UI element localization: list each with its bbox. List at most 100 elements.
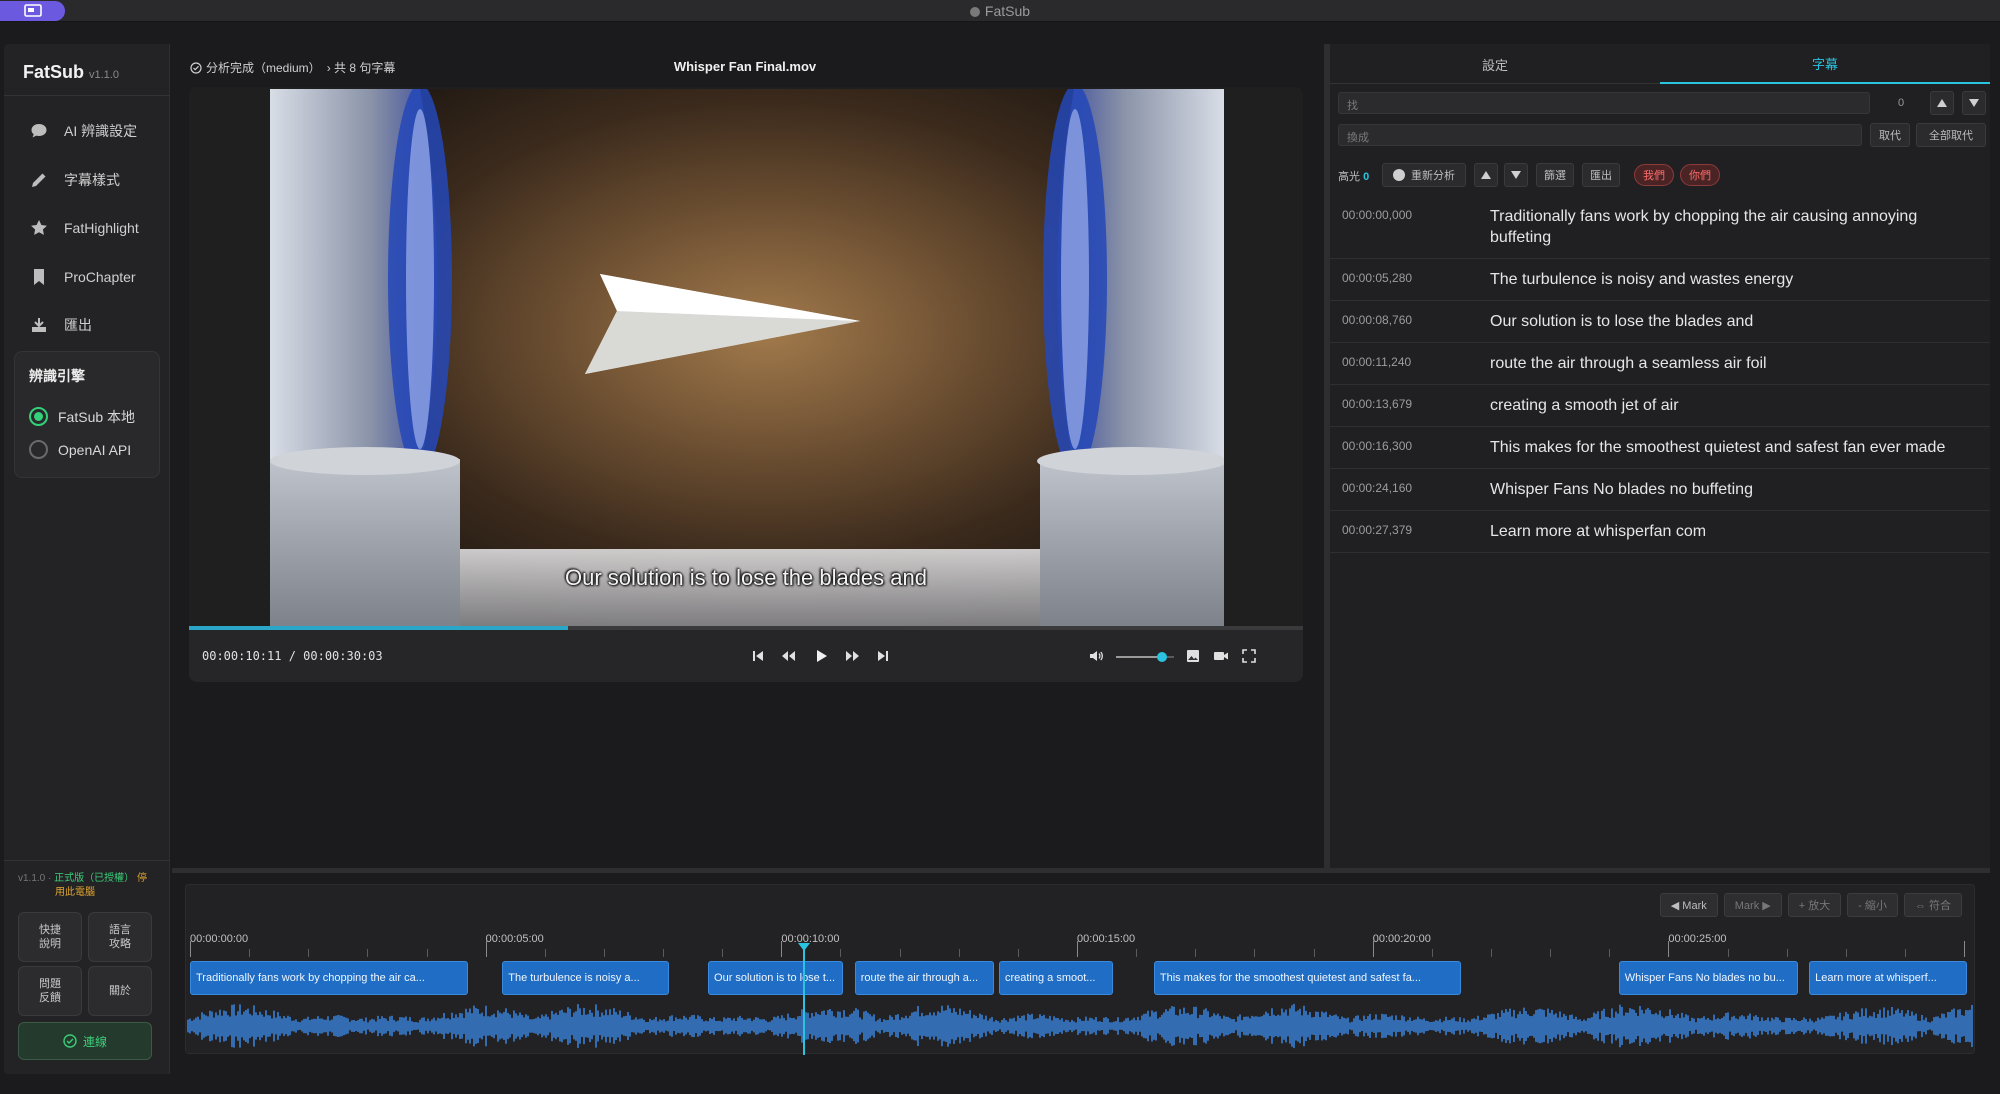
find-prev-button[interactable] [1930,91,1954,115]
mark-next-button[interactable]: Mark ▶ [1723,893,1782,917]
deactivate-link[interactable]: 停 [137,873,147,884]
zoom-out-button[interactable]: - 縮小 [1847,893,1898,917]
shortcuts-help-button[interactable]: 快捷 說明 [18,912,82,962]
volume-slider[interactable] [1116,652,1174,662]
radio-unselected-icon[interactable] [29,440,48,459]
volume-button[interactable] [1085,645,1107,667]
fast-forward-button[interactable] [842,645,864,667]
subtitle-row[interactable]: 00:00:13,679 creating a smooth jet of air [1330,385,1990,427]
refresh-icon [1393,169,1405,181]
analysis-status: 分析完成（medium） › 共 8 句字幕 [190,59,395,76]
panel-tabs: 設定 字幕 [1330,44,1990,84]
record-button[interactable] [1210,645,1232,667]
replace-button[interactable]: 取代 [1870,123,1910,147]
triangle-up-icon [1937,99,1947,107]
subtitle-row[interactable]: 00:00:27,379 Learn more at whisperfan com [1330,511,1990,553]
audio-waveform[interactable] [186,999,1976,1053]
subtitle-row[interactable]: 00:00:24,160 Whisper Fans No blades no bu… [1330,469,1990,511]
language-guide-button[interactable]: 語言 攻略 [88,912,152,962]
ruler-tick [603,949,605,957]
subtitle-text[interactable]: creating a smooth jet of air [1490,395,1978,416]
sidebar-item-subtitle-style[interactable]: 字幕樣式 [4,156,170,205]
reanalyze-button[interactable]: 重新分析 [1382,163,1466,187]
timeline-ruler[interactable]: 00:00:00:00 00:00:05:00 00:00:10:00 00:0… [186,927,1976,957]
volume-knob[interactable] [1157,652,1168,662]
deactivate-link-cont[interactable]: 用此電腦 [55,887,95,898]
subtitle-row[interactable]: 00:00:16,300 This makes for the smoothest… [1330,427,1990,469]
ruler-tick [1550,949,1552,957]
subtitle-clip[interactable]: route the air through a... [854,961,995,995]
button-label: 重新分析 [1411,170,1455,182]
ruler-tick [1017,949,1019,957]
subtitle-clip[interactable]: The turbulence is noisy a... [502,961,669,995]
tab-settings[interactable]: 設定 [1330,44,1660,84]
subtitle-text[interactable]: route the air through a seamless air foi… [1490,353,1978,374]
title-bar: FatSub [0,0,2000,22]
find-next-button[interactable] [1962,91,1986,115]
skip-start-button[interactable] [747,645,769,667]
subtitle-row[interactable]: 00:00:00,000 Traditionally fans work by c… [1330,196,1990,259]
subtitle-clip[interactable]: creating a smoot... [998,961,1113,995]
subtitle-time: 00:00:11,240 [1342,355,1412,369]
tick-label: 00:00:25:00 [1668,933,1727,945]
match-count: 0 [1898,97,1905,109]
ruler-tick [840,949,842,957]
about-button[interactable]: 關於 [88,966,152,1016]
filter-button[interactable]: 篩選 [1536,163,1574,187]
subtitle-clip[interactable]: Learn more at whisperf... [1809,961,1968,995]
rewind-button[interactable] [777,645,799,667]
sidebar-item-prochapter[interactable]: ProChapter [4,253,170,302]
tick-label: 00:00:05:00 [485,933,544,945]
playhead[interactable] [798,943,811,1055]
timeline-resize-handle[interactable] [172,868,1990,873]
replace-input[interactable]: 換成 [1338,124,1862,146]
subtitle-clip[interactable]: This makes for the smoothest quietest an… [1153,961,1462,995]
subtitle-text[interactable]: Whisper Fans No blades no buffeting [1490,479,1978,500]
play-button[interactable] [810,645,832,667]
ruler-tick [1904,949,1906,957]
zoom-in-button[interactable]: + 放大 [1787,893,1842,917]
fit-button[interactable]: ⇔ 符合 [1903,893,1962,917]
highlight-next-button[interactable] [1504,163,1528,187]
keyword-tag[interactable]: 我們 [1634,164,1674,186]
subtitle-clip[interactable]: Our solution is to lose t... [708,961,844,995]
snapshot-button[interactable] [1182,645,1204,667]
highlight-prev-button[interactable] [1474,163,1498,187]
keyword-tag[interactable]: 你們 [1680,164,1720,186]
subtitle-time: 00:00:00,000 [1342,208,1413,222]
ruler-tick [426,949,428,957]
find-input[interactable]: 找 [1338,92,1870,114]
sidebar-item-export[interactable]: 匯出 [4,301,170,350]
sidebar-item-fathighlight[interactable]: FatHighlight [4,204,170,253]
skip-end-icon [878,651,888,661]
ruler-tick [190,941,191,957]
video-frame [270,89,1224,627]
tab-subtitles[interactable]: 字幕 [1660,44,1990,84]
engine-option-openai[interactable]: OpenAI API [29,433,145,466]
connect-button[interactable]: 連線 [18,1022,152,1060]
sidebar-item-ai-settings[interactable]: AI 辨識設定 [4,107,170,156]
replace-all-button[interactable]: 全部取代 [1916,123,1986,147]
video-viewport[interactable]: Our solution is to lose the blades and [189,87,1303,627]
ruler-tick [1313,949,1315,957]
subtitle-text[interactable]: Traditionally fans work by chopping the … [1490,206,1978,248]
button-label: 問題 反饋 [39,978,61,1004]
fullscreen-button[interactable] [1238,645,1260,667]
subtitle-clip[interactable]: Traditionally fans work by chopping the … [190,961,468,995]
skip-end-button[interactable] [872,645,894,667]
mark-prev-button[interactable]: ◀ Mark [1659,893,1718,917]
export-button[interactable]: 匯出 [1582,163,1620,187]
subtitle-row[interactable]: 00:00:08,760 Our solution is to lose the … [1330,301,1990,343]
subtitle-text[interactable]: Our solution is to lose the blades and [1490,311,1978,332]
button-label: 語言 攻略 [109,924,131,950]
engine-option-local[interactable]: FatSub 本地 [29,400,145,433]
subtitle-clip[interactable]: Whisper Fans No blades no bu... [1618,961,1799,995]
radio-selected-icon[interactable] [29,407,48,426]
subtitle-text[interactable]: Learn more at whisperfan com [1490,521,1978,542]
subtitle-row[interactable]: 00:00:11,240 route the air through a seam… [1330,343,1990,385]
feedback-button[interactable]: 問題 反饋 [18,966,82,1016]
subtitle-text[interactable]: This makes for the smoothest quietest an… [1490,437,1978,458]
video-scene-image [270,89,1224,627]
subtitle-row[interactable]: 00:00:05,280 The turbulence is noisy and … [1330,259,1990,301]
subtitle-text[interactable]: The turbulence is noisy and wastes energ… [1490,269,1978,290]
